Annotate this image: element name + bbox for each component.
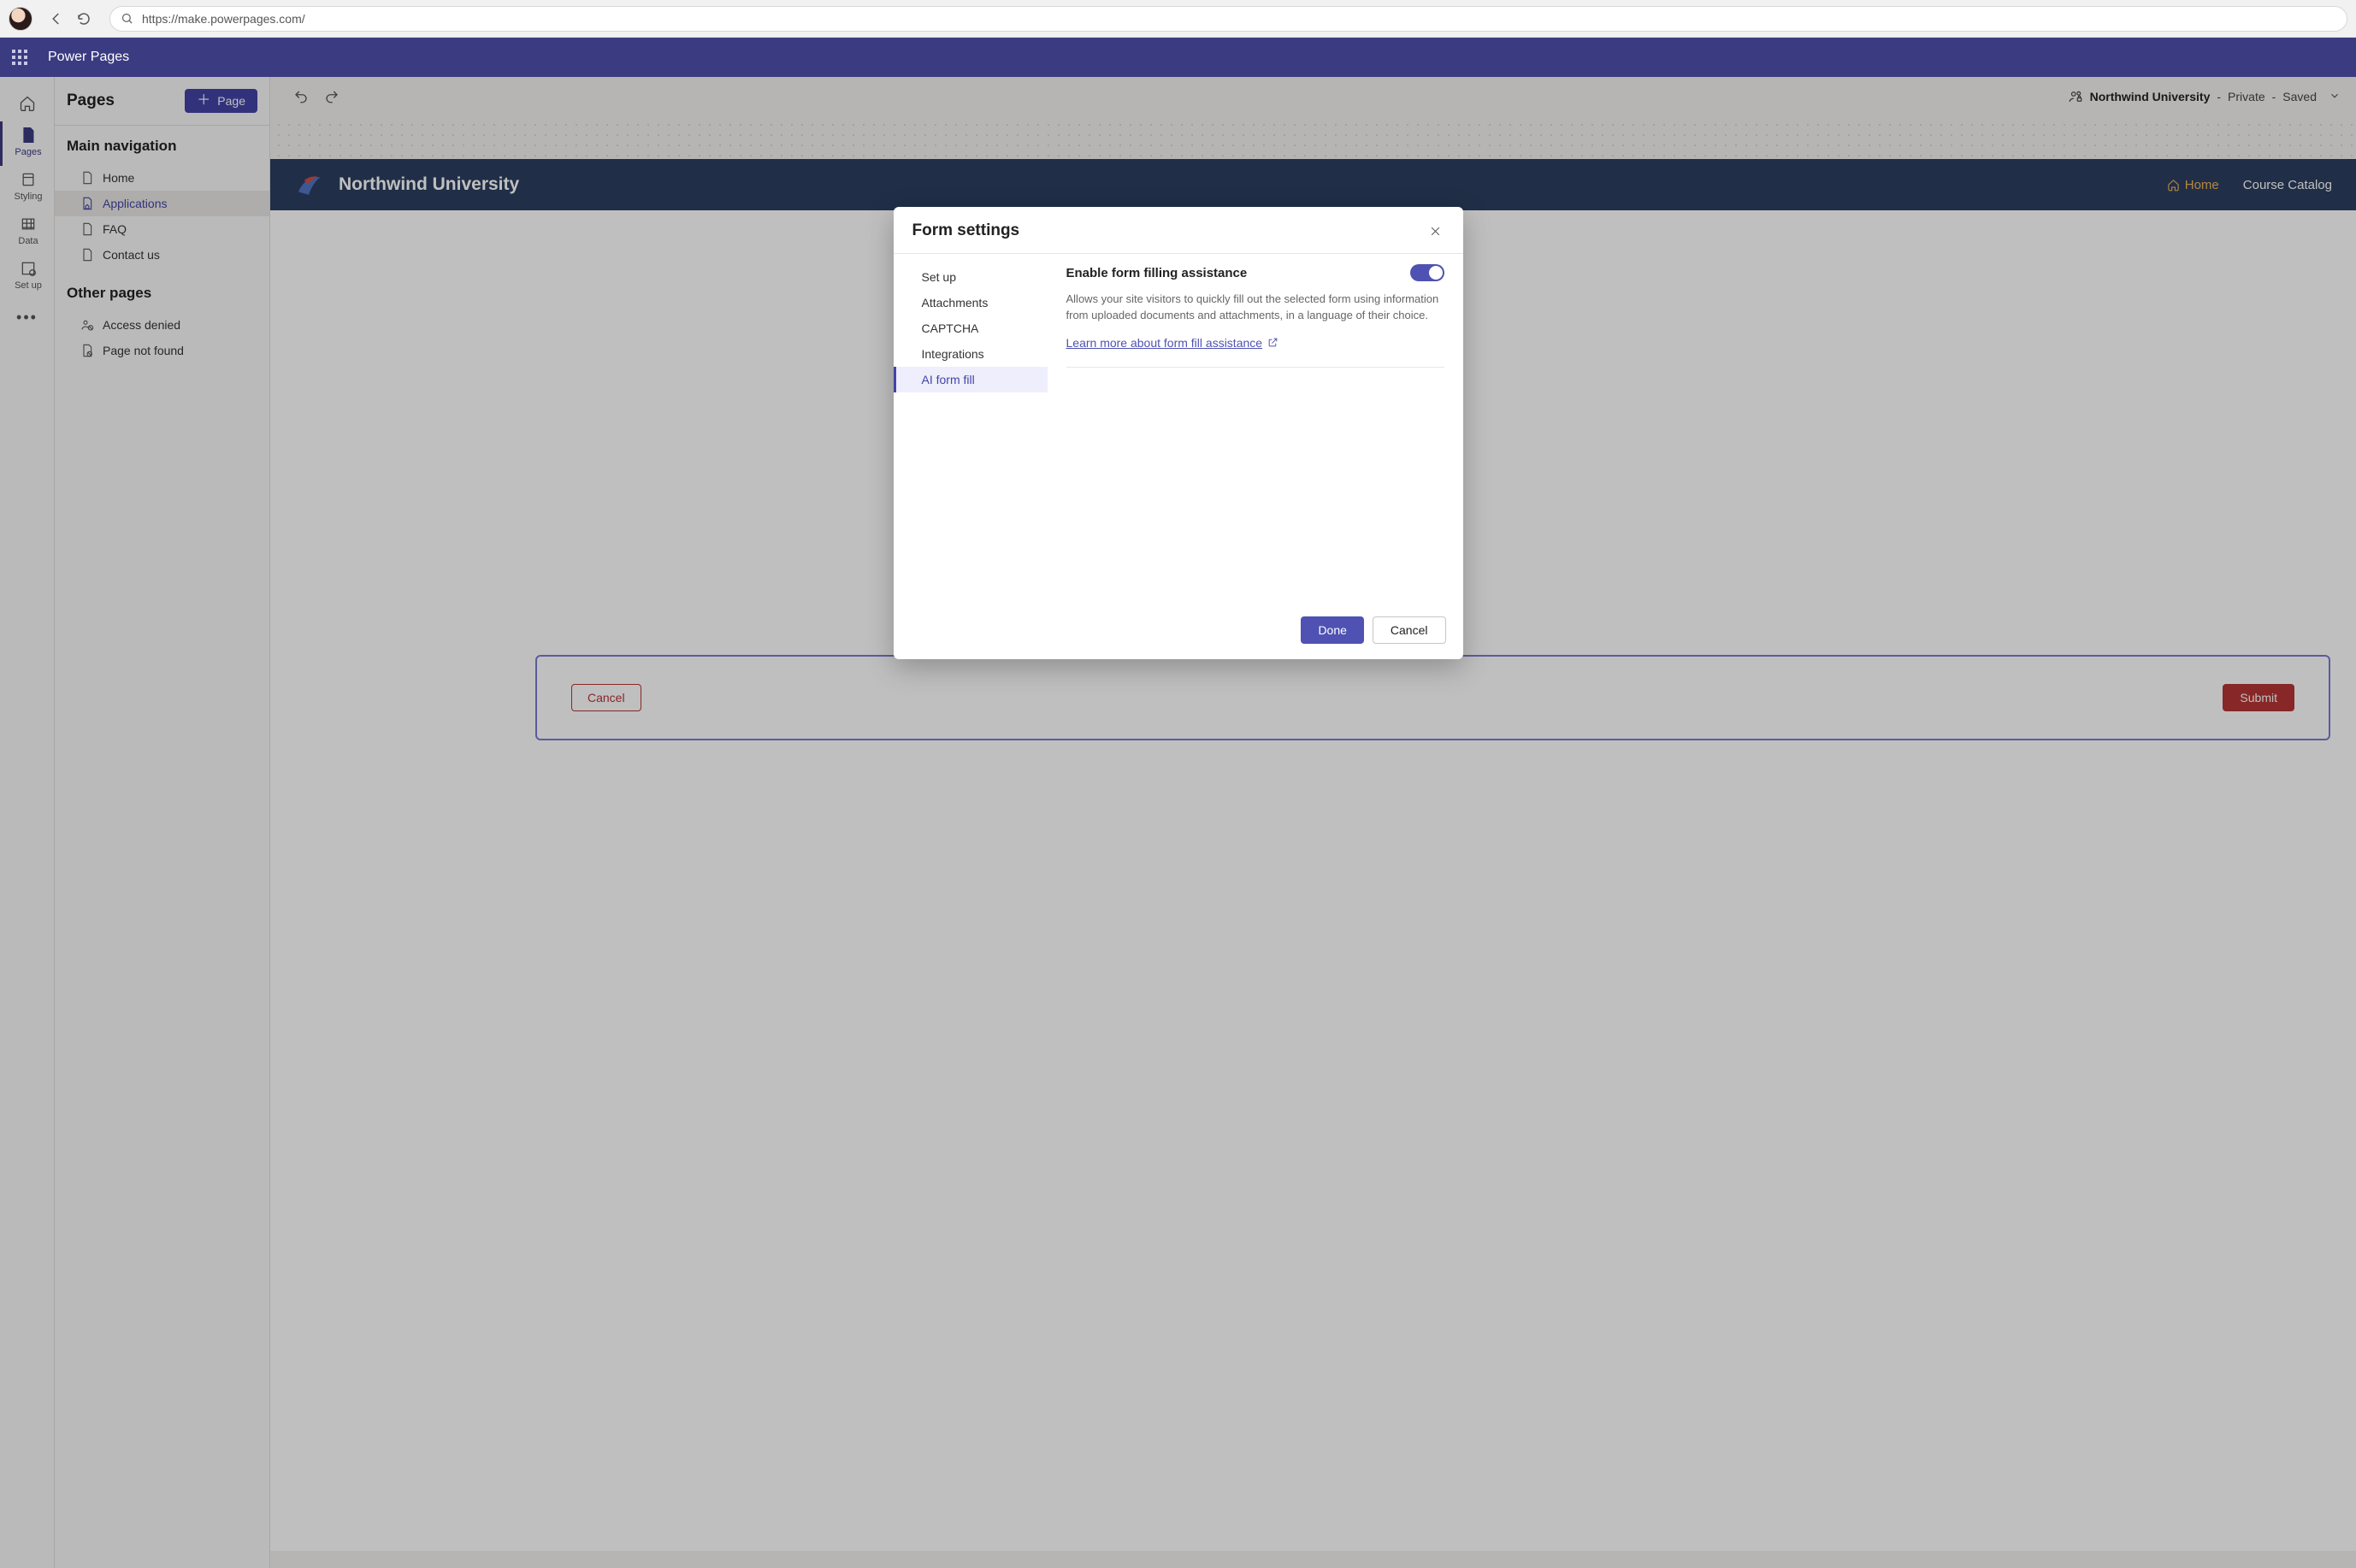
learn-more-label: Learn more about form fill assistance [1066,336,1263,350]
app-bar: Power Pages [0,38,2356,77]
browser-back-button[interactable] [43,5,70,32]
browser-refresh-button[interactable] [70,5,97,32]
learn-more-link[interactable]: Learn more about form fill assistance [1066,336,1279,350]
arrow-left-icon [49,11,64,27]
modal-content: Enable form filling assistance Allows yo… [1048,254,1463,604]
modal-nav-integrations[interactable]: Integrations [894,341,1048,367]
modal-nav: Set up Attachments CAPTCHA Integrations … [894,254,1048,604]
browser-chrome: https://make.powerpages.com/ [0,0,2356,38]
modal-close-button[interactable] [1426,221,1446,241]
profile-avatar[interactable] [9,7,32,31]
app-title: Power Pages [48,50,129,65]
modal-overlay[interactable]: Form settings Set up Attachments CAPTCHA… [0,77,2356,1568]
form-settings-modal: Form settings Set up Attachments CAPTCHA… [894,207,1463,659]
refresh-icon [76,11,92,27]
cancel-button[interactable]: Cancel [1373,616,1446,644]
search-icon [121,12,133,25]
toggle-label: Enable form filling assistance [1066,266,1248,280]
done-button[interactable]: Done [1301,616,1363,644]
modal-nav-ai-form-fill[interactable]: AI form fill [894,367,1048,392]
enable-assistance-toggle[interactable] [1410,264,1444,281]
address-url: https://make.powerpages.com/ [142,12,305,26]
modal-nav-setup[interactable]: Set up [894,264,1048,290]
address-bar[interactable]: https://make.powerpages.com/ [109,6,2347,32]
modal-nav-attachments[interactable]: Attachments [894,290,1048,315]
modal-title: Form settings [912,221,1020,240]
divider [1066,367,1444,368]
modal-nav-captcha[interactable]: CAPTCHA [894,315,1048,341]
toggle-description: Allows your site visitors to quickly fil… [1066,292,1444,324]
close-icon [1429,225,1442,238]
app-launcher-icon[interactable] [12,50,27,65]
external-link-icon [1267,337,1278,348]
